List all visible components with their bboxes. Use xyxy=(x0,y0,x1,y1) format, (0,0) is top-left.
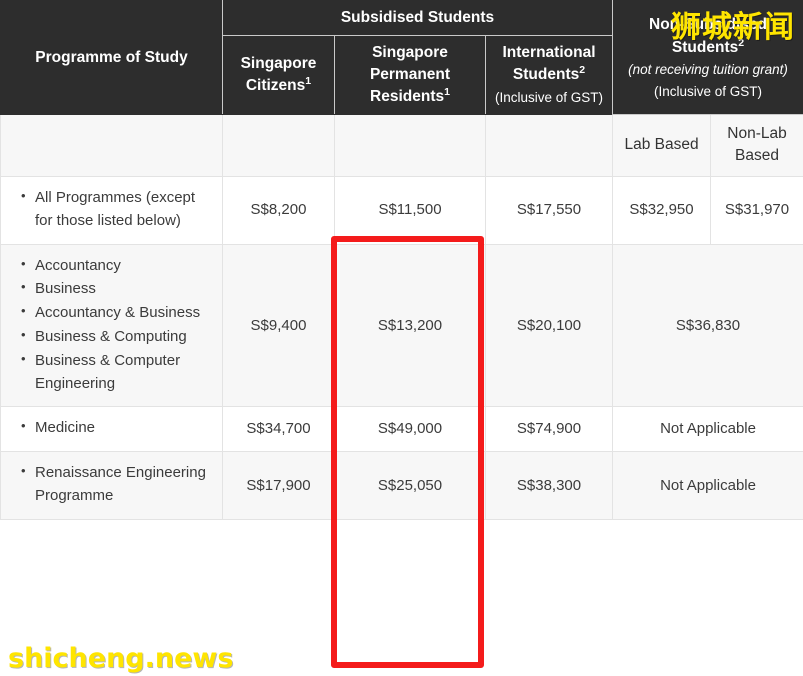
non-subsidised-note-italic: (not receiving tuition grant) xyxy=(621,60,795,80)
programme-list: Medicine xyxy=(19,417,208,440)
programme-item: All Programmes (except for those listed … xyxy=(35,187,208,233)
citizens-footnote-marker: 1 xyxy=(305,75,311,87)
header-programme-of-study: Programme of Study xyxy=(1,1,223,115)
fee-non-subsidised-lab-based: S$32,950 xyxy=(613,176,711,244)
lab-subheader-row: Lab Based Non-Lab Based xyxy=(1,115,803,177)
programme-item: Accountancy & Business xyxy=(35,302,208,325)
fee-singapore-pr: S$25,050 xyxy=(335,452,486,520)
programme-item: Business & Computing xyxy=(35,326,208,349)
fee-singapore-citizens: S$9,400 xyxy=(223,244,335,407)
header-group-subsidised: Subsidised Students xyxy=(223,1,613,36)
intl-line2: Students xyxy=(513,66,579,83)
fee-singapore-pr: S$11,500 xyxy=(335,176,486,244)
spacer-programme xyxy=(1,115,223,177)
citizens-line2: Citizens xyxy=(246,77,305,94)
tuition-fees-table: Programme of Study Subsidised Students N… xyxy=(0,0,803,520)
intl-footnote-marker: 2 xyxy=(579,64,585,76)
table-row: Renaissance Engineering Programme S$17,90… xyxy=(1,452,803,520)
pr-line3: Residents xyxy=(370,88,444,105)
table-body: Lab Based Non-Lab Based All Programmes (exc… xyxy=(1,115,803,520)
header-singapore-permanent-residents: Singapore Permanent Residents1 xyxy=(335,36,486,115)
fee-international: S$38,300 xyxy=(486,452,613,520)
header-lab-based: Lab Based xyxy=(613,115,711,177)
pr-footnote-marker: 1 xyxy=(444,86,450,98)
citizens-line1: Singapore xyxy=(241,55,317,72)
fee-international: S$17,550 xyxy=(486,176,613,244)
fee-international: S$74,900 xyxy=(486,407,613,452)
programme-list-cell: Medicine xyxy=(1,407,223,452)
intl-note-gst: (Inclusive of GST) xyxy=(494,88,604,107)
fee-singapore-citizens: S$34,700 xyxy=(223,407,335,452)
pr-line1: Singapore xyxy=(372,44,448,61)
table-row: Medicine S$34,700S$49,000S$74,900Not Appl… xyxy=(1,407,803,452)
spacer-international xyxy=(486,115,613,177)
programme-item: Business & Computer Engineering xyxy=(35,350,208,396)
table-row: All Programmes (except for those listed … xyxy=(1,176,803,244)
table-row: AccountancyBusinessAccountancy & Busines… xyxy=(1,244,803,407)
programme-item: Accountancy xyxy=(35,255,208,278)
pr-line2: Permanent xyxy=(370,66,450,83)
watermark-site-url: shicheng.news xyxy=(8,643,233,674)
fee-non-subsidised-merged: S$36,830 xyxy=(613,244,803,407)
programme-item: Business xyxy=(35,278,208,301)
intl-line1: International xyxy=(503,44,596,61)
programme-list: All Programmes (except for those listed … xyxy=(19,187,208,233)
fee-international: S$20,100 xyxy=(486,244,613,407)
watermark-chinese: 狮城新闻 xyxy=(671,2,795,46)
programme-item: Renaissance Engineering Programme xyxy=(35,462,208,508)
programme-list: Renaissance Engineering Programme xyxy=(19,462,208,508)
programme-list-cell: All Programmes (except for those listed … xyxy=(1,176,223,244)
fee-singapore-citizens: S$17,900 xyxy=(223,452,335,520)
fee-non-subsidised-merged: Not Applicable xyxy=(613,452,803,520)
spacer-citizens xyxy=(223,115,335,177)
fee-singapore-pr: S$13,200 xyxy=(335,244,486,407)
non-lab-line2: Based xyxy=(735,147,779,164)
non-subsidised-note-gst: (Inclusive of GST) xyxy=(621,82,795,102)
programme-list: AccountancyBusinessAccountancy & Busines… xyxy=(19,255,208,396)
fee-non-subsidised-non-lab-based: S$31,970 xyxy=(711,176,803,244)
header-singapore-citizens: Singapore Citizens1 xyxy=(223,36,335,115)
spacer-pr xyxy=(335,115,486,177)
fee-non-subsidised-merged: Not Applicable xyxy=(613,407,803,452)
header-non-lab-based: Non-Lab Based xyxy=(711,115,803,177)
programme-list-cell: Renaissance Engineering Programme xyxy=(1,452,223,520)
non-lab-line1: Non-Lab xyxy=(727,125,786,142)
header-international-students: International Students2 (Inclusive of GS… xyxy=(486,36,613,115)
programme-list-cell: AccountancyBusinessAccountancy & Busines… xyxy=(1,244,223,407)
programme-item: Medicine xyxy=(35,417,208,440)
fee-singapore-pr: S$49,000 xyxy=(335,407,486,452)
fee-singapore-citizens: S$8,200 xyxy=(223,176,335,244)
